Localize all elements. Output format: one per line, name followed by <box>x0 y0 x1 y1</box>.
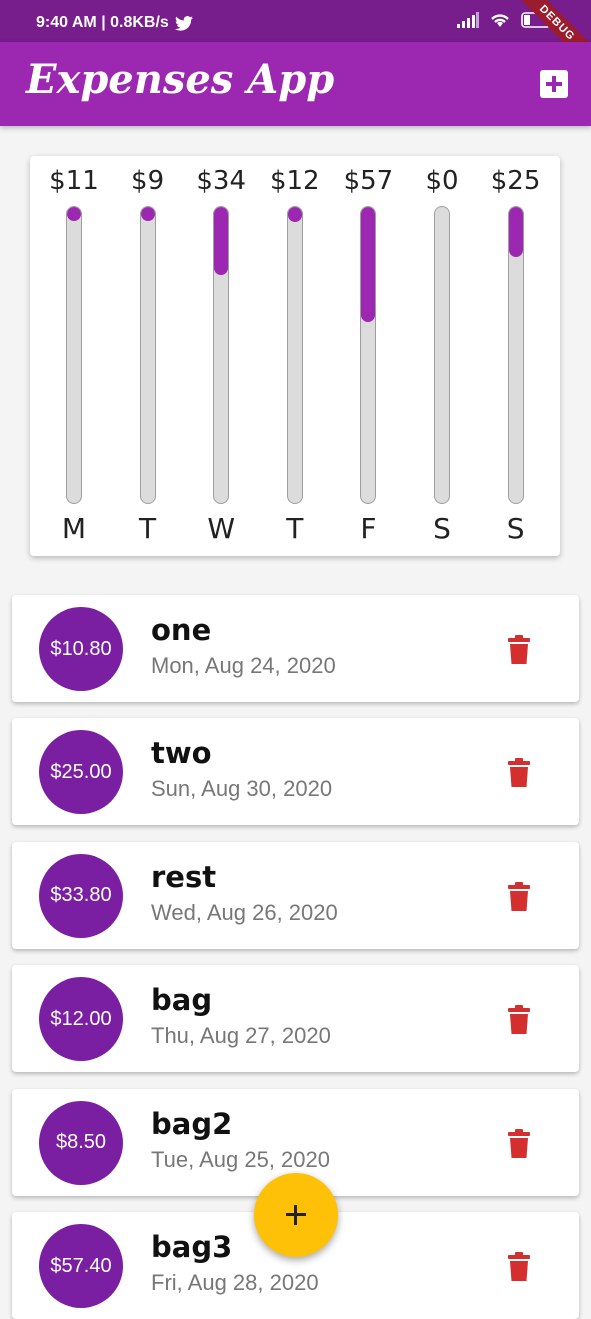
bar-track <box>286 206 303 504</box>
bar-track <box>139 206 156 504</box>
app-title: Expenses App <box>26 56 335 103</box>
transaction-date: Thu, Aug 27, 2020 <box>151 1023 331 1049</box>
bar-day-label: F <box>360 512 377 545</box>
bar-fill <box>67 207 81 221</box>
amount-avatar: $8.50 <box>39 1100 123 1185</box>
bar-track <box>507 206 524 504</box>
amount-avatar: $12.00 <box>39 977 123 1062</box>
transaction-card: $25.00 two Sun, Aug 30, 2020 <box>12 718 579 826</box>
bar-day-label: S <box>433 512 451 545</box>
amount-avatar: $25.00 <box>39 730 123 815</box>
delete-icon[interactable] <box>507 1252 531 1282</box>
weekly-chart: $11 M $9 T $34 W $12 T $57 F $0 S $25 S <box>30 156 560 556</box>
bar-amount-label: $9 <box>131 166 165 196</box>
bar-amount-label: $34 <box>196 166 246 196</box>
bar-amount-label: $0 <box>425 166 459 196</box>
delete-icon[interactable] <box>507 1128 531 1159</box>
amount-avatar: $57.40 <box>39 1224 123 1308</box>
transaction-title: bag3 <box>151 1230 233 1264</box>
bar-day-label: S <box>506 512 525 545</box>
transaction-date: Fri, Aug 28, 2020 <box>151 1270 319 1295</box>
twitter-icon <box>174 15 193 31</box>
transaction-card: $12.00 bag Thu, Aug 27, 2020 <box>12 965 579 1073</box>
status-bar: 9:40 AM | 0.8KB/s DEBUG <box>0 0 591 79</box>
transaction-title: one <box>151 613 212 647</box>
delete-icon[interactable] <box>507 635 531 665</box>
transaction-title: rest <box>151 859 217 894</box>
bar-day-label: T <box>286 512 304 545</box>
app-bar: Expenses App <box>0 42 591 126</box>
transaction-date: Sun, Aug 30, 2020 <box>151 776 333 802</box>
bar-fill <box>508 207 523 258</box>
add-transaction-fab[interactable] <box>254 1173 338 1257</box>
transaction-card: $33.80 rest Wed, Aug 26, 2020 <box>12 841 579 949</box>
bar-day-label: M <box>61 512 87 545</box>
bar-track <box>66 206 82 504</box>
bar-fill <box>287 207 302 222</box>
bar-fill <box>214 207 229 276</box>
wifi-icon <box>491 14 509 27</box>
delete-icon[interactable] <box>507 758 531 788</box>
transaction-title: bag <box>151 983 213 1018</box>
bar-amount-label: $25 <box>490 166 541 196</box>
status-left: 9:40 AM | 0.8KB/s <box>36 14 193 32</box>
bar-track <box>360 206 377 504</box>
bar-amount-label: $12 <box>269 166 320 196</box>
bar-track <box>434 206 450 504</box>
bar-amount-label: $57 <box>343 166 394 196</box>
amount-avatar: $33.80 <box>39 853 123 938</box>
bar-day-label: W <box>207 512 236 545</box>
bar-fill <box>361 207 376 323</box>
bar-track <box>213 206 230 504</box>
bar-amount-label: $11 <box>49 166 99 196</box>
bar-fill <box>140 207 155 221</box>
delete-icon[interactable] <box>507 1005 531 1035</box>
transaction-card: $10.80 one Mon, Aug 24, 2020 <box>12 595 579 702</box>
transaction-title: bag2 <box>151 1106 233 1141</box>
delete-icon[interactable] <box>507 881 531 912</box>
signal-icon <box>457 12 479 28</box>
transaction-date: Wed, Aug 26, 2020 <box>151 899 338 925</box>
amount-avatar: $10.80 <box>39 607 123 691</box>
add-box-icon[interactable] <box>540 70 568 98</box>
status-time-speed: 9:40 AM | 0.8KB/s <box>36 14 169 31</box>
bar-day-label: T <box>139 512 157 545</box>
transaction-title: two <box>151 736 212 771</box>
transaction-date: Mon, Aug 24, 2020 <box>151 653 336 678</box>
transaction-date: Tue, Aug 25, 2020 <box>151 1146 330 1172</box>
